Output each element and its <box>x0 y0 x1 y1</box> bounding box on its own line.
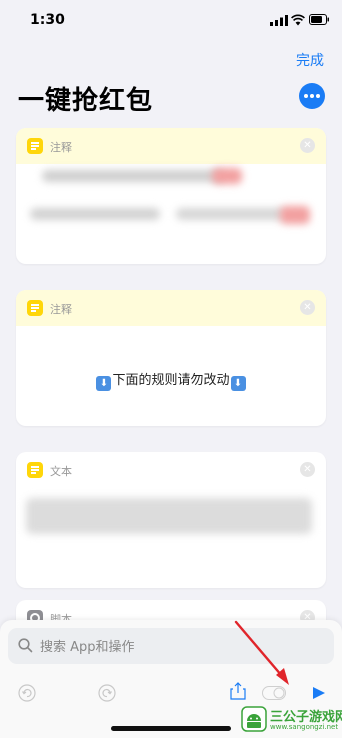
card-title: 文本 <box>50 465 72 478</box>
blurred-content <box>176 208 286 220</box>
blurred-content <box>212 168 242 184</box>
doc-lines-icon <box>27 300 43 316</box>
more-dot-icon <box>310 94 314 98</box>
blurred-content <box>280 206 310 224</box>
blurred-content <box>30 208 160 220</box>
done-button[interactable]: 完成 <box>296 50 324 70</box>
doc-lines-icon <box>27 138 43 154</box>
redo-icon[interactable] <box>98 684 116 702</box>
play-icon[interactable] <box>312 686 326 700</box>
text-action-card[interactable]: 文本 ✕ <box>16 452 326 588</box>
more-options-button[interactable] <box>299 83 325 109</box>
more-dot-icon <box>304 94 308 98</box>
down-arrow-emoji-icon: ⬇ <box>230 376 246 391</box>
cellular-signal-icon <box>270 15 288 26</box>
comment-action-card[interactable]: 注释 ✕ <box>16 128 326 264</box>
undo-icon[interactable] <box>18 684 36 702</box>
close-icon[interactable]: ✕ <box>300 138 315 153</box>
close-icon[interactable]: ✕ <box>300 300 315 315</box>
battery-icon <box>309 14 329 25</box>
comment-body: 下面的规则请勿改动 <box>112 373 230 388</box>
search-input[interactable] <box>38 628 322 666</box>
blurred-content <box>26 498 312 534</box>
toggle-icon[interactable] <box>262 686 286 700</box>
share-icon[interactable] <box>230 682 246 700</box>
card-title: 注释 <box>50 303 72 316</box>
wifi-icon <box>291 14 305 26</box>
close-icon[interactable]: ✕ <box>300 462 315 477</box>
search-box[interactable] <box>8 628 334 666</box>
card-title: 注释 <box>50 141 72 154</box>
card-header: 文本 ✕ <box>16 452 326 488</box>
comment-text: ⬇ 下面的规则请勿改动 ⬇ <box>16 369 326 391</box>
watermark: 三公子游戏网 www.sangongzi.net <box>241 706 342 734</box>
blurred-content <box>42 170 224 182</box>
doc-lines-icon <box>27 462 43 478</box>
status-time: 1:30 <box>30 12 65 28</box>
status-bar: 1:30 <box>0 0 342 40</box>
card-header: 注释 ✕ <box>16 290 326 326</box>
search-icon <box>18 638 33 653</box>
android-logo-icon <box>241 706 267 732</box>
card-header: 注释 ✕ <box>16 128 326 164</box>
watermark-url: www.sangongzi.net <box>270 723 339 731</box>
down-arrow-emoji-icon: ⬇ <box>96 376 112 391</box>
page-title: 一键抢红包 <box>18 86 154 116</box>
more-dot-icon <box>316 94 320 98</box>
comment-action-card[interactable]: 注释 ✕ ⬇ 下面的规则请勿改动 ⬇ <box>16 290 326 426</box>
home-indicator <box>111 726 231 731</box>
